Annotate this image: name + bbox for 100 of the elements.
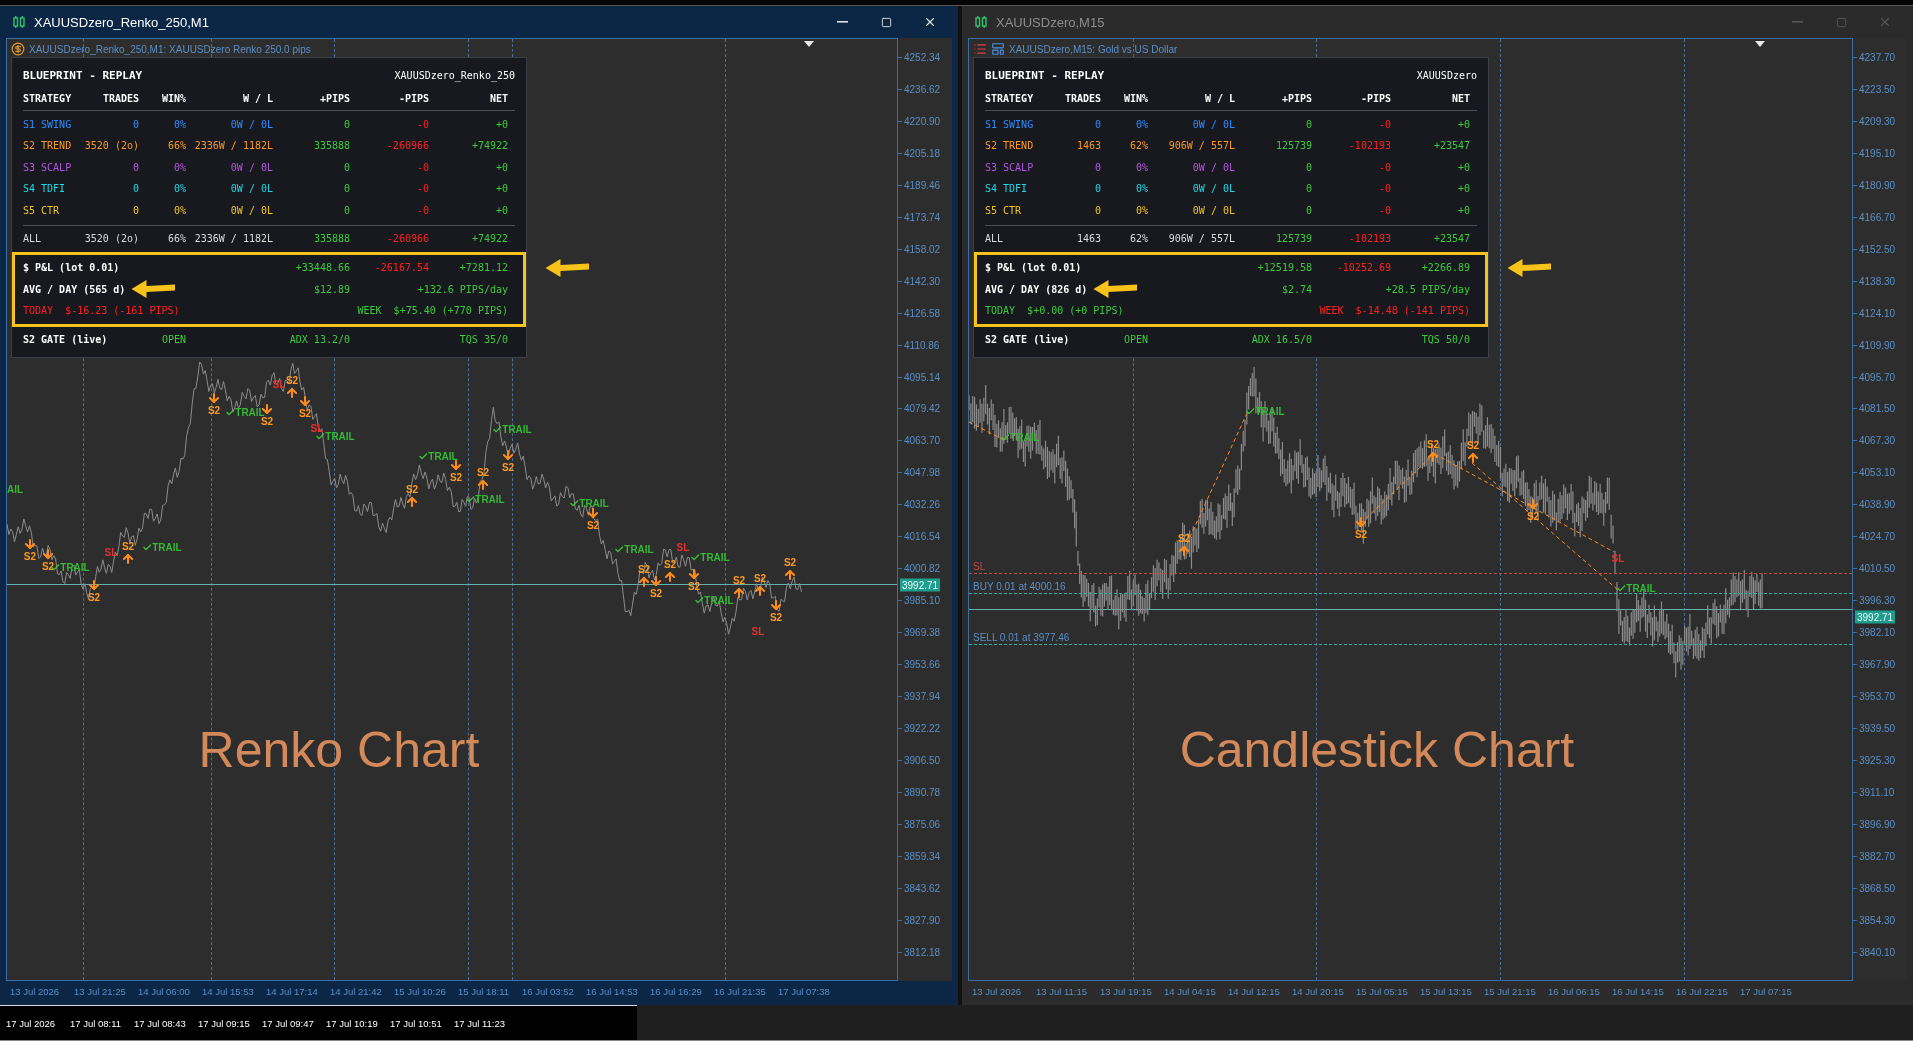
price-label: 3985.10 <box>898 594 941 608</box>
row-label: AVG / DAY (565 d) <box>23 282 126 297</box>
column-header: W / L <box>1203 92 1235 106</box>
price-label: 3882.70 <box>1853 849 1896 863</box>
table-cell-text: 0W / 0L <box>229 160 273 175</box>
signal-label: TRAIL <box>325 430 355 442</box>
table-cell-text: -26167.54 <box>373 261 429 275</box>
signal-label: SL <box>272 378 286 390</box>
signal-label: TRAIL <box>152 541 182 553</box>
table-cell-text: S5 CTR <box>23 203 61 218</box>
table-cell-text: 1463 <box>1075 232 1101 246</box>
column-header: NET <box>488 92 508 106</box>
table-cell-text: 0% <box>1134 203 1148 218</box>
table-cell-text: 62% <box>1128 232 1148 246</box>
signal-label: S2 <box>649 588 663 599</box>
table-cell-text: TQS 35/0 <box>458 332 508 347</box>
table-cell-text: 0 <box>342 160 350 175</box>
signal-label: S2 <box>41 561 55 572</box>
table-cell-text: 0W / 0L <box>1191 203 1235 218</box>
pointer-arrow <box>131 280 178 299</box>
column-header: TRADES <box>101 92 139 106</box>
check-icon <box>225 407 236 417</box>
table-cell-text: -0 <box>415 117 429 132</box>
table-cell-text: 906W / 557L <box>1167 232 1235 246</box>
time-label: 14 Jul 06:00 <box>138 985 191 997</box>
time-label: 14 Jul 21:42 <box>330 985 383 997</box>
table-cell-text: +28.5 PIPS/day <box>1384 282 1470 297</box>
arrow-up-icon <box>1466 451 1480 465</box>
signal-label: S2 <box>298 408 312 419</box>
signal-label: AIL <box>7 483 24 495</box>
window-title: XAUUSDzero,M15 <box>996 14 1106 30</box>
price-label: 3896.90 <box>1853 817 1896 831</box>
price-label: 4032.26 <box>898 498 941 512</box>
table-cell-text: 0% <box>1134 160 1148 175</box>
time-label: 13 Jul 21:25 <box>74 985 127 997</box>
price-label: 3812.18 <box>898 945 941 959</box>
table-cell-text: S1 SWING <box>23 117 73 132</box>
price-label: 4081.50 <box>1853 402 1896 416</box>
order-label: BUY 0.01 at 4000.16 <box>973 580 1066 592</box>
panel-title: BLUEPRINT - REPLAY <box>23 68 143 84</box>
table-cell-text: +12519.58 <box>1256 261 1312 275</box>
time-label: 16 Jul 06:15 <box>1548 985 1601 997</box>
signal-label: S2 <box>23 551 37 562</box>
table-cell-text: S2 TREND <box>985 139 1035 153</box>
chart-subtitle: XAUUSDzero,M15: Gold vs US Dollar <box>1009 43 1178 55</box>
time-label: 17 Jul 2026 <box>6 1017 57 1029</box>
check-icon <box>690 552 701 562</box>
symbol-name: XAUUSDzero_Renko_250 <box>394 69 515 84</box>
chart-caption: Renko Chart <box>198 721 480 780</box>
table-cell-text: S1 SWING <box>985 117 1035 132</box>
price-label: 3925.30 <box>1853 753 1896 767</box>
signal-label: TRAIL <box>624 543 654 555</box>
check-icon <box>1245 406 1256 416</box>
current-price-badge: 3992.71 <box>900 578 941 592</box>
order-label: SELL 0.01 at 3977.46 <box>973 631 1070 643</box>
chart-subtitle: XAUUSDzero_Renko_250,M1: XAUUSDzero Renko 250.0 pips <box>29 43 311 55</box>
table-cell-text: 0 <box>1093 117 1101 132</box>
trend-line <box>1361 456 1432 523</box>
signal-label: S2 <box>87 592 101 603</box>
chart-shift-icon <box>1754 41 1765 47</box>
table-cell-text: 906W / 557L <box>1167 139 1235 153</box>
time-label: 17 Jul 09:47 <box>262 1017 315 1029</box>
check-icon <box>418 451 429 461</box>
signal-label: S2 <box>449 472 463 483</box>
order-label: SL <box>973 560 986 572</box>
column-header: WIN% <box>1122 92 1148 106</box>
table-cell-text: +0 <box>1456 182 1470 196</box>
table-cell-text: 0 <box>131 182 139 196</box>
check-icon <box>694 595 705 605</box>
table-cell-text: 0W / 0L <box>229 203 273 218</box>
price-label: 3827.90 <box>898 913 941 927</box>
table-cell-text: OPEN <box>160 332 186 347</box>
table-cell-text: 0 <box>1304 160 1312 175</box>
table-cell-text: 0% <box>1134 182 1148 196</box>
signal-label: S2 <box>207 405 221 416</box>
table-cell-text: -260966 <box>385 232 429 246</box>
table-cell-text: 0 <box>131 203 139 218</box>
table-cell-text: 66% <box>166 139 186 153</box>
time-label: 14 Jul 20:15 <box>1292 985 1345 997</box>
signal-label: S2 <box>1526 511 1540 522</box>
arrow-down-icon <box>298 394 312 408</box>
table-cell-text: +132.6 PIPS/day <box>416 282 508 297</box>
signal-label: S2 <box>501 462 515 473</box>
table-cell-text: 335888 <box>312 232 350 246</box>
column-header: TRADES <box>1063 92 1101 106</box>
time-label: 13 Jul 19:15 <box>1100 985 1153 997</box>
column-header: +PIPS <box>1280 92 1312 106</box>
check-icon <box>315 431 326 441</box>
table-cell-text: ADX 13.2/0 <box>288 332 350 347</box>
column-header: STRATEGY <box>23 92 73 106</box>
table-cell-text: -10252.69 <box>1335 261 1391 275</box>
time-label: 17 Jul 07:15 <box>1740 985 1793 997</box>
signal-label: S2 <box>405 484 419 495</box>
price-label: 4237.70 <box>1853 51 1896 64</box>
check-icon <box>1000 432 1011 442</box>
price-label: 4063.70 <box>898 434 941 448</box>
price-label: 3854.30 <box>1853 913 1896 927</box>
time-label: 13 Jul 2026 <box>10 985 61 997</box>
price-label: 3982.10 <box>1853 626 1896 640</box>
time-label: 14 Jul 15:53 <box>202 985 255 997</box>
